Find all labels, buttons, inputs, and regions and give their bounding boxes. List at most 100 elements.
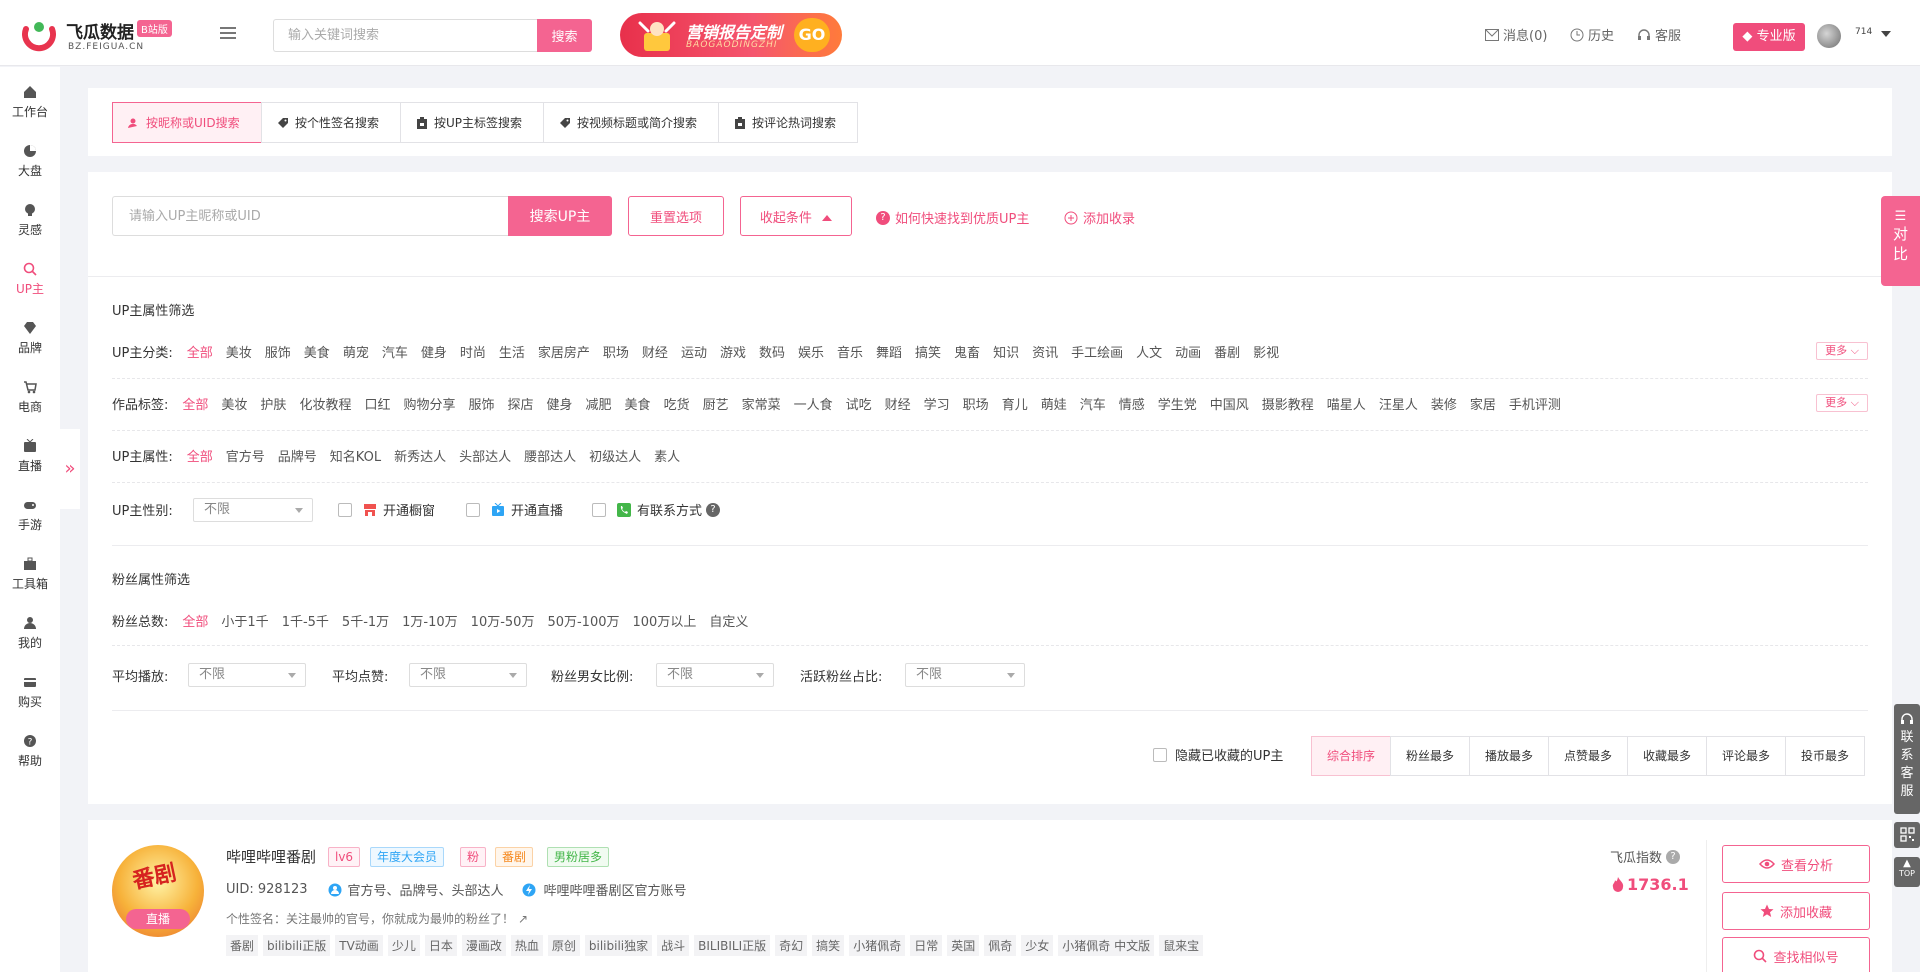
keyword-tag[interactable]: 热血 <box>510 935 543 956</box>
live-checkbox[interactable] <box>466 503 480 517</box>
keyword-tag[interactable]: 少儿 <box>387 935 420 956</box>
expand-arrow-icon[interactable]: ↗ <box>518 912 528 926</box>
filter-option[interactable]: 全部 <box>187 346 213 361</box>
sidebar-item-toolbox[interactable]: 工具箱 <box>0 549 60 603</box>
keyword-tag[interactable]: 英国 <box>947 935 980 956</box>
filter-option[interactable]: 资讯 <box>1032 346 1058 361</box>
filter-option[interactable]: 学生党 <box>1158 398 1197 413</box>
gender-select[interactable]: 不限 <box>193 498 313 522</box>
filter-option[interactable]: 音乐 <box>837 346 863 361</box>
keyword-tag[interactable]: bilibili独家 <box>584 935 653 956</box>
sidebar-item-mine[interactable]: 我的 <box>0 608 60 662</box>
filter-option[interactable]: 学习 <box>924 398 950 413</box>
menu-toggle-icon[interactable] <box>220 27 236 39</box>
up-name[interactable]: 哔哩哔哩番剧 <box>226 846 316 867</box>
filter-option[interactable]: 汽车 <box>1080 398 1106 413</box>
top-search-input[interactable] <box>273 19 537 52</box>
sort-tab-fans[interactable]: 粉丝最多 <box>1390 736 1470 776</box>
filter-option[interactable]: 番剧 <box>1214 346 1240 361</box>
filter-option[interactable]: 口红 <box>364 398 390 413</box>
filter-option[interactable]: 游戏 <box>720 346 746 361</box>
filter-option[interactable]: 化妆教程 <box>299 398 351 413</box>
filter-option[interactable]: 美食 <box>625 398 651 413</box>
filter-option[interactable]: 服饰 <box>265 346 291 361</box>
filter-option[interactable]: 美妆 <box>221 398 247 413</box>
filter-option[interactable]: 小于1千 <box>221 615 268 630</box>
filter-option[interactable]: 官方号 <box>226 450 265 465</box>
messages-link[interactable]: 消息(0) <box>1485 25 1547 44</box>
filter-option[interactable]: 家居房产 <box>538 346 590 361</box>
keyword-tag[interactable]: 小猪佩奇 <box>849 935 906 956</box>
filter-option[interactable]: 财经 <box>642 346 668 361</box>
compare-button[interactable]: ☰ 对 比 <box>1881 196 1920 286</box>
help-icon[interactable]: ? <box>706 502 721 517</box>
up-search-button[interactable]: 搜索UP主 <box>508 196 612 236</box>
filter-option[interactable]: 探店 <box>508 398 534 413</box>
service-link[interactable]: 客服 <box>1637 25 1681 44</box>
keyword-tag[interactable]: 奇幻 <box>775 935 808 956</box>
live-badge[interactable]: 直播 <box>126 909 190 929</box>
sort-tab-default[interactable]: 综合排序 <box>1311 736 1391 776</box>
add-include-link[interactable]: 添加收录 <box>1064 208 1135 227</box>
filter-option[interactable]: 搞笑 <box>915 346 941 361</box>
sidebar-item-workbench[interactable]: 工作台 <box>0 77 60 131</box>
keyword-tag[interactable]: TV动画 <box>335 935 383 956</box>
filter-option[interactable]: 手机评测 <box>1509 398 1561 413</box>
filter-option[interactable]: 时尚 <box>460 346 486 361</box>
sidebar-item-purchase[interactable]: 购买 <box>0 667 60 721</box>
top-search-button[interactable]: 搜索 <box>537 19 592 52</box>
filter-option[interactable]: 萌宠 <box>343 346 369 361</box>
back-to-top-button[interactable]: ▲ TOP <box>1894 857 1920 887</box>
filter-option[interactable]: 初级达人 <box>589 450 641 465</box>
up-search-input[interactable] <box>112 196 508 236</box>
sidebar-collapse-button[interactable]: » <box>60 429 80 509</box>
logo[interactable]: 飞瓜数据 B站版 BZ.FEIGUA.CN <box>22 16 172 56</box>
filter-option[interactable]: 职场 <box>603 346 629 361</box>
filter-option[interactable]: 知名KOL <box>330 450 381 465</box>
filter-option[interactable]: 娱乐 <box>798 346 824 361</box>
filter-option[interactable]: 试吃 <box>846 398 872 413</box>
filter-option[interactable]: 全部 <box>182 615 208 630</box>
tab-search-nickname[interactable]: 按昵称或UID搜索 <box>112 102 262 143</box>
qr-code-button[interactable] <box>1894 822 1920 848</box>
find-similar-button[interactable]: 查找相似号 <box>1722 937 1870 972</box>
filter-option[interactable]: 减肥 <box>586 398 612 413</box>
category-more-button[interactable]: 更多 ⌵ <box>1816 342 1868 360</box>
filter-option[interactable]: 职场 <box>963 398 989 413</box>
filter-option[interactable]: 美食 <box>304 346 330 361</box>
sidebar-item-mobile-games[interactable]: 手游 <box>0 490 60 544</box>
keyword-tag[interactable]: 鼠来宝 <box>1159 935 1204 956</box>
filter-option[interactable]: 健身 <box>547 398 573 413</box>
view-analysis-button[interactable]: 查看分析 <box>1722 845 1870 883</box>
filter-option[interactable]: 装修 <box>1431 398 1457 413</box>
filter-option[interactable]: 100万以上 <box>633 615 697 630</box>
keyword-tag[interactable]: 战斗 <box>657 935 690 956</box>
reset-options-button[interactable]: 重置选项 <box>628 196 724 236</box>
add-favorite-button[interactable]: 添加收藏 <box>1722 892 1870 930</box>
keyword-tag[interactable]: 少女 <box>1021 935 1054 956</box>
sort-tab-favorites[interactable]: 收藏最多 <box>1627 736 1707 776</box>
filter-option[interactable]: 萌娃 <box>1041 398 1067 413</box>
sort-tab-coins[interactable]: 投币最多 <box>1785 736 1865 776</box>
gender-ratio-select[interactable]: 不限 <box>656 663 774 687</box>
filter-option[interactable]: 生活 <box>499 346 525 361</box>
keyword-tag[interactable]: bilibili正版 <box>263 935 331 956</box>
filter-option[interactable]: 喵星人 <box>1327 398 1366 413</box>
filter-option[interactable]: 汪星人 <box>1379 398 1418 413</box>
filter-option[interactable]: 数码 <box>759 346 785 361</box>
avg-like-select[interactable]: 不限 <box>409 663 527 687</box>
filter-option[interactable]: 家常菜 <box>742 398 781 413</box>
shop-window-checkbox[interactable] <box>338 503 352 517</box>
filter-option[interactable]: 健身 <box>421 346 447 361</box>
avg-play-select[interactable]: 不限 <box>188 663 306 687</box>
filter-option[interactable]: 5千-1万 <box>342 615 389 630</box>
filter-option[interactable]: 1万-10万 <box>402 615 458 630</box>
keyword-tag[interactable]: 搞笑 <box>812 935 845 956</box>
history-link[interactable]: 历史 <box>1570 25 1614 44</box>
filter-option[interactable]: 育儿 <box>1002 398 1028 413</box>
filter-option[interactable]: 50万-100万 <box>547 615 619 630</box>
filter-option[interactable]: 全部 <box>187 450 213 465</box>
keyword-tag[interactable]: 日本 <box>424 935 457 956</box>
sidebar-item-up[interactable]: UP主 <box>0 254 60 308</box>
user-avatar[interactable] <box>1817 24 1841 48</box>
